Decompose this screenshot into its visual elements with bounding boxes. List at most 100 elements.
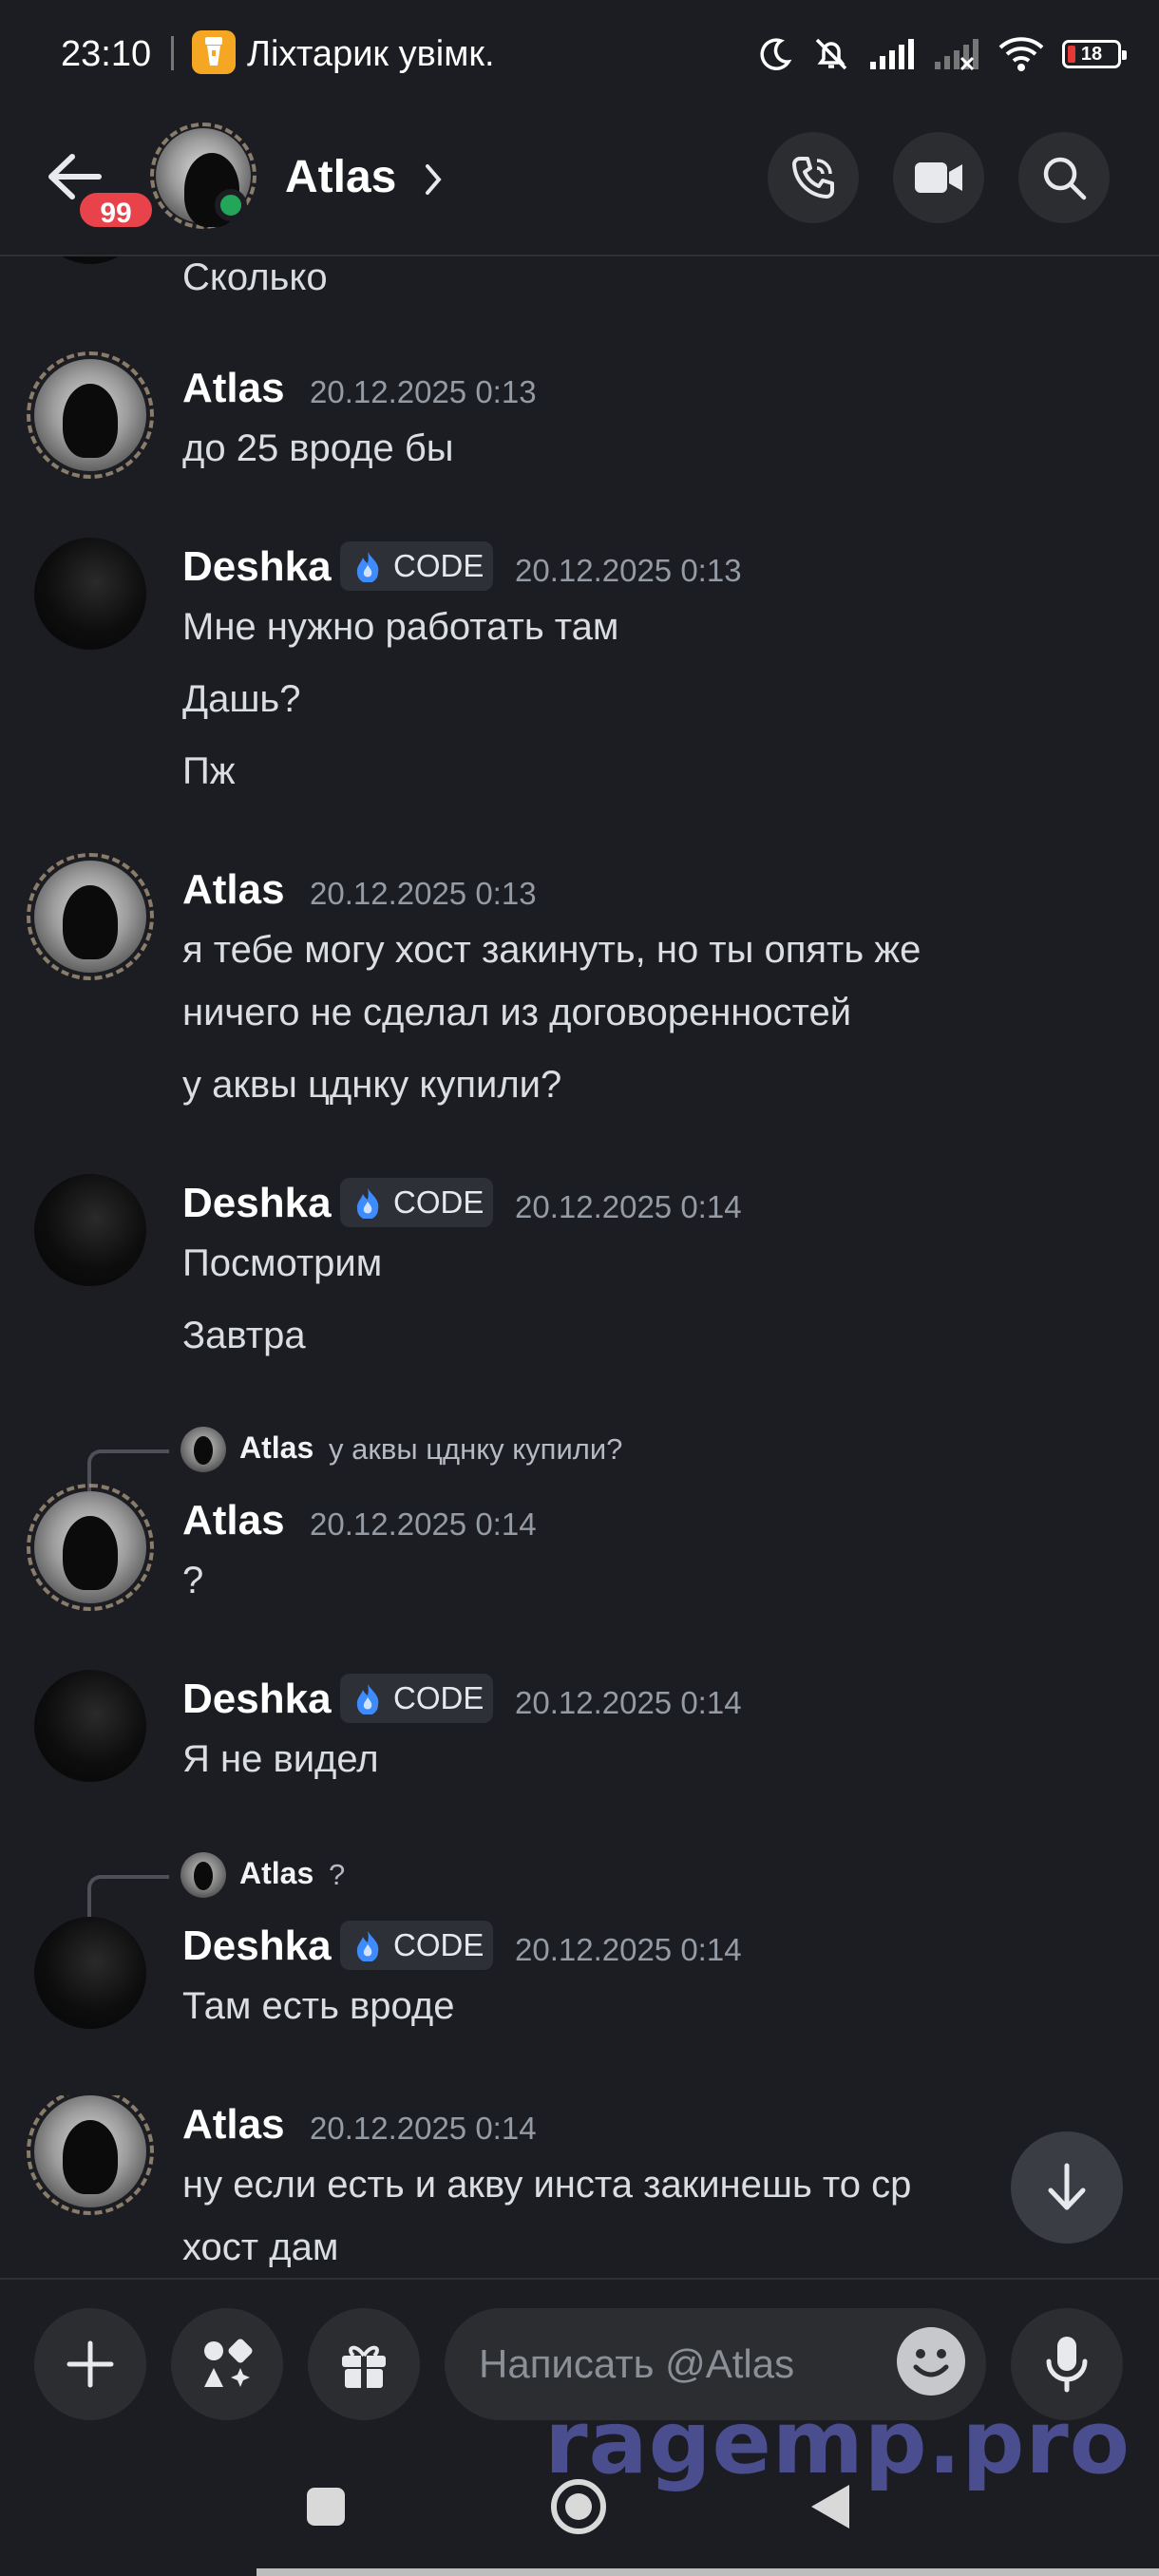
chat-header: 99 Atlas (0, 109, 1159, 256)
message-timestamp: 20.12.2025 0:13 (310, 876, 537, 911)
server-tag-label: CODE (393, 548, 484, 583)
message-author[interactable]: Deshka (182, 1676, 332, 1723)
message-text: я тебе могу хост закинуть, но ты опять ж… (182, 929, 922, 971)
message-timestamp: 20.12.2025 0:14 (515, 1189, 742, 1224)
message-author[interactable]: Deshka (182, 543, 332, 591)
flame-icon (356, 1188, 379, 1219)
reply-reference[interactable]: Atlas у аквы цднку купили? (0, 1421, 1159, 1491)
server-tag-badge[interactable]: CODE (340, 1178, 494, 1227)
message-text: Сколько (182, 256, 328, 298)
message-author[interactable]: Deshka (182, 1180, 332, 1227)
reply-author: Atlas (239, 1856, 314, 1890)
server-tag-label: CODE (393, 1680, 484, 1715)
search-button[interactable] (1018, 132, 1110, 223)
arrow-down-icon (1048, 2163, 1086, 2210)
avatar[interactable] (34, 538, 146, 650)
message-text: до 25 вроде бы (182, 427, 454, 469)
message-timestamp: 20.12.2025 0:14 (515, 1685, 742, 1720)
video-icon (915, 162, 962, 193)
gift-button[interactable] (308, 2308, 420, 2420)
reply-avatar (180, 1427, 226, 1472)
gift-icon (342, 2345, 386, 2388)
signal-icon (935, 39, 978, 71)
attach-button[interactable] (34, 2308, 146, 2420)
emoji-button[interactable] (897, 2327, 965, 2396)
status-icons: 18 (756, 28, 1127, 80)
message-text: у аквы цднку купили? (182, 1064, 562, 1106)
message-group: Atlas 20.12.2025 0:14 ну если есть и акв… (0, 2095, 1159, 2278)
status-time: 23:10 (61, 34, 152, 74)
plus-icon (66, 2340, 114, 2388)
message-text: ничего не сделал из договоренностей (182, 992, 852, 1033)
chevron-right-icon[interactable] (422, 162, 445, 197)
flame-icon (356, 552, 379, 582)
page-title[interactable]: Atlas (285, 151, 396, 203)
avatar[interactable] (27, 351, 154, 479)
reply-author: Atlas (239, 1430, 314, 1465)
battery-icon: 18 (1062, 40, 1127, 68)
avatar[interactable] (27, 2095, 154, 2215)
message-author[interactable]: Deshka (182, 1923, 332, 1970)
server-tag-badge[interactable]: CODE (340, 1674, 494, 1723)
system-navigation-bar (0, 2449, 1159, 2576)
message-text: Завтра (182, 1315, 306, 1356)
message-text: Дашь? (182, 678, 301, 720)
avatar[interactable] (34, 1917, 146, 2029)
gesture-indicator (256, 2568, 1159, 2576)
message-author[interactable]: Atlas (182, 2101, 285, 2149)
avatar[interactable] (27, 1484, 154, 1611)
message-timestamp: 20.12.2025 0:14 (310, 1506, 537, 1542)
reply-avatar (180, 1852, 226, 1898)
message-author[interactable]: Atlas (182, 365, 285, 412)
server-tag-label: CODE (393, 1927, 484, 1962)
status-divider (171, 36, 174, 70)
avatar[interactable] (27, 853, 154, 980)
microphone-icon (1046, 2337, 1088, 2393)
avatar[interactable] (34, 1174, 146, 1286)
battery-level: 18 (1080, 44, 1103, 65)
wifi-icon (998, 37, 1044, 71)
phone-icon (792, 157, 834, 199)
bell-off-icon (815, 38, 847, 70)
home-icon[interactable] (549, 2477, 608, 2536)
message-text: ну если есть и акву инста закинешь то ср (182, 2164, 912, 2206)
unread-badge: 99 (76, 189, 156, 231)
smiley-icon (913, 2349, 949, 2377)
reply-text: у аквы цднку купили? (329, 1432, 623, 1466)
message-timestamp: 20.12.2025 0:13 (310, 374, 537, 409)
flashlight-status: Ліхтарик увімк. (247, 34, 495, 74)
recents-icon[interactable] (304, 2485, 348, 2529)
server-tag-badge[interactable]: CODE (340, 1921, 494, 1970)
message-timestamp: 20.12.2025 0:14 (310, 2111, 537, 2146)
online-status-indicator (215, 189, 247, 221)
message-text: Там есть вроде (182, 1985, 455, 2027)
status-bar: 23:10 Ліхтарик увімк. 18 (0, 0, 1159, 109)
apps-button[interactable] (171, 2308, 283, 2420)
message-timestamp: 20.12.2025 0:13 (515, 553, 742, 588)
flame-icon (356, 1684, 379, 1714)
avatar[interactable] (34, 1670, 146, 1782)
message-input-placeholder: Написать @Atlas (479, 2341, 795, 2386)
back-icon[interactable] (808, 2481, 853, 2532)
message-text: Мне нужно работать там (182, 606, 619, 648)
reply-text: ? (329, 1858, 346, 1891)
signal-icon (870, 39, 914, 69)
apps-icon (204, 2339, 253, 2387)
reply-connector (87, 1875, 169, 1917)
message-author[interactable]: Atlas (182, 1497, 285, 1544)
message-text: Пж (182, 750, 236, 792)
server-tag-label: CODE (393, 1184, 484, 1220)
message-text: хост дам (182, 2226, 339, 2268)
voice-call-button[interactable] (768, 132, 859, 223)
reply-reference[interactable]: Atlas ? (0, 1847, 1159, 1917)
message-text: Я не видел (182, 1738, 379, 1780)
jump-to-latest-button[interactable] (1011, 2131, 1123, 2244)
message-timestamp: 20.12.2025 0:14 (515, 1932, 742, 1967)
message-text: Посмотрим (182, 1242, 383, 1284)
flashlight-icon (192, 30, 236, 74)
video-call-button[interactable] (893, 132, 984, 223)
search-icon (1043, 157, 1087, 200)
message-author[interactable]: Atlas (182, 866, 285, 914)
flame-icon (356, 1931, 379, 1961)
server-tag-badge[interactable]: CODE (340, 541, 494, 591)
